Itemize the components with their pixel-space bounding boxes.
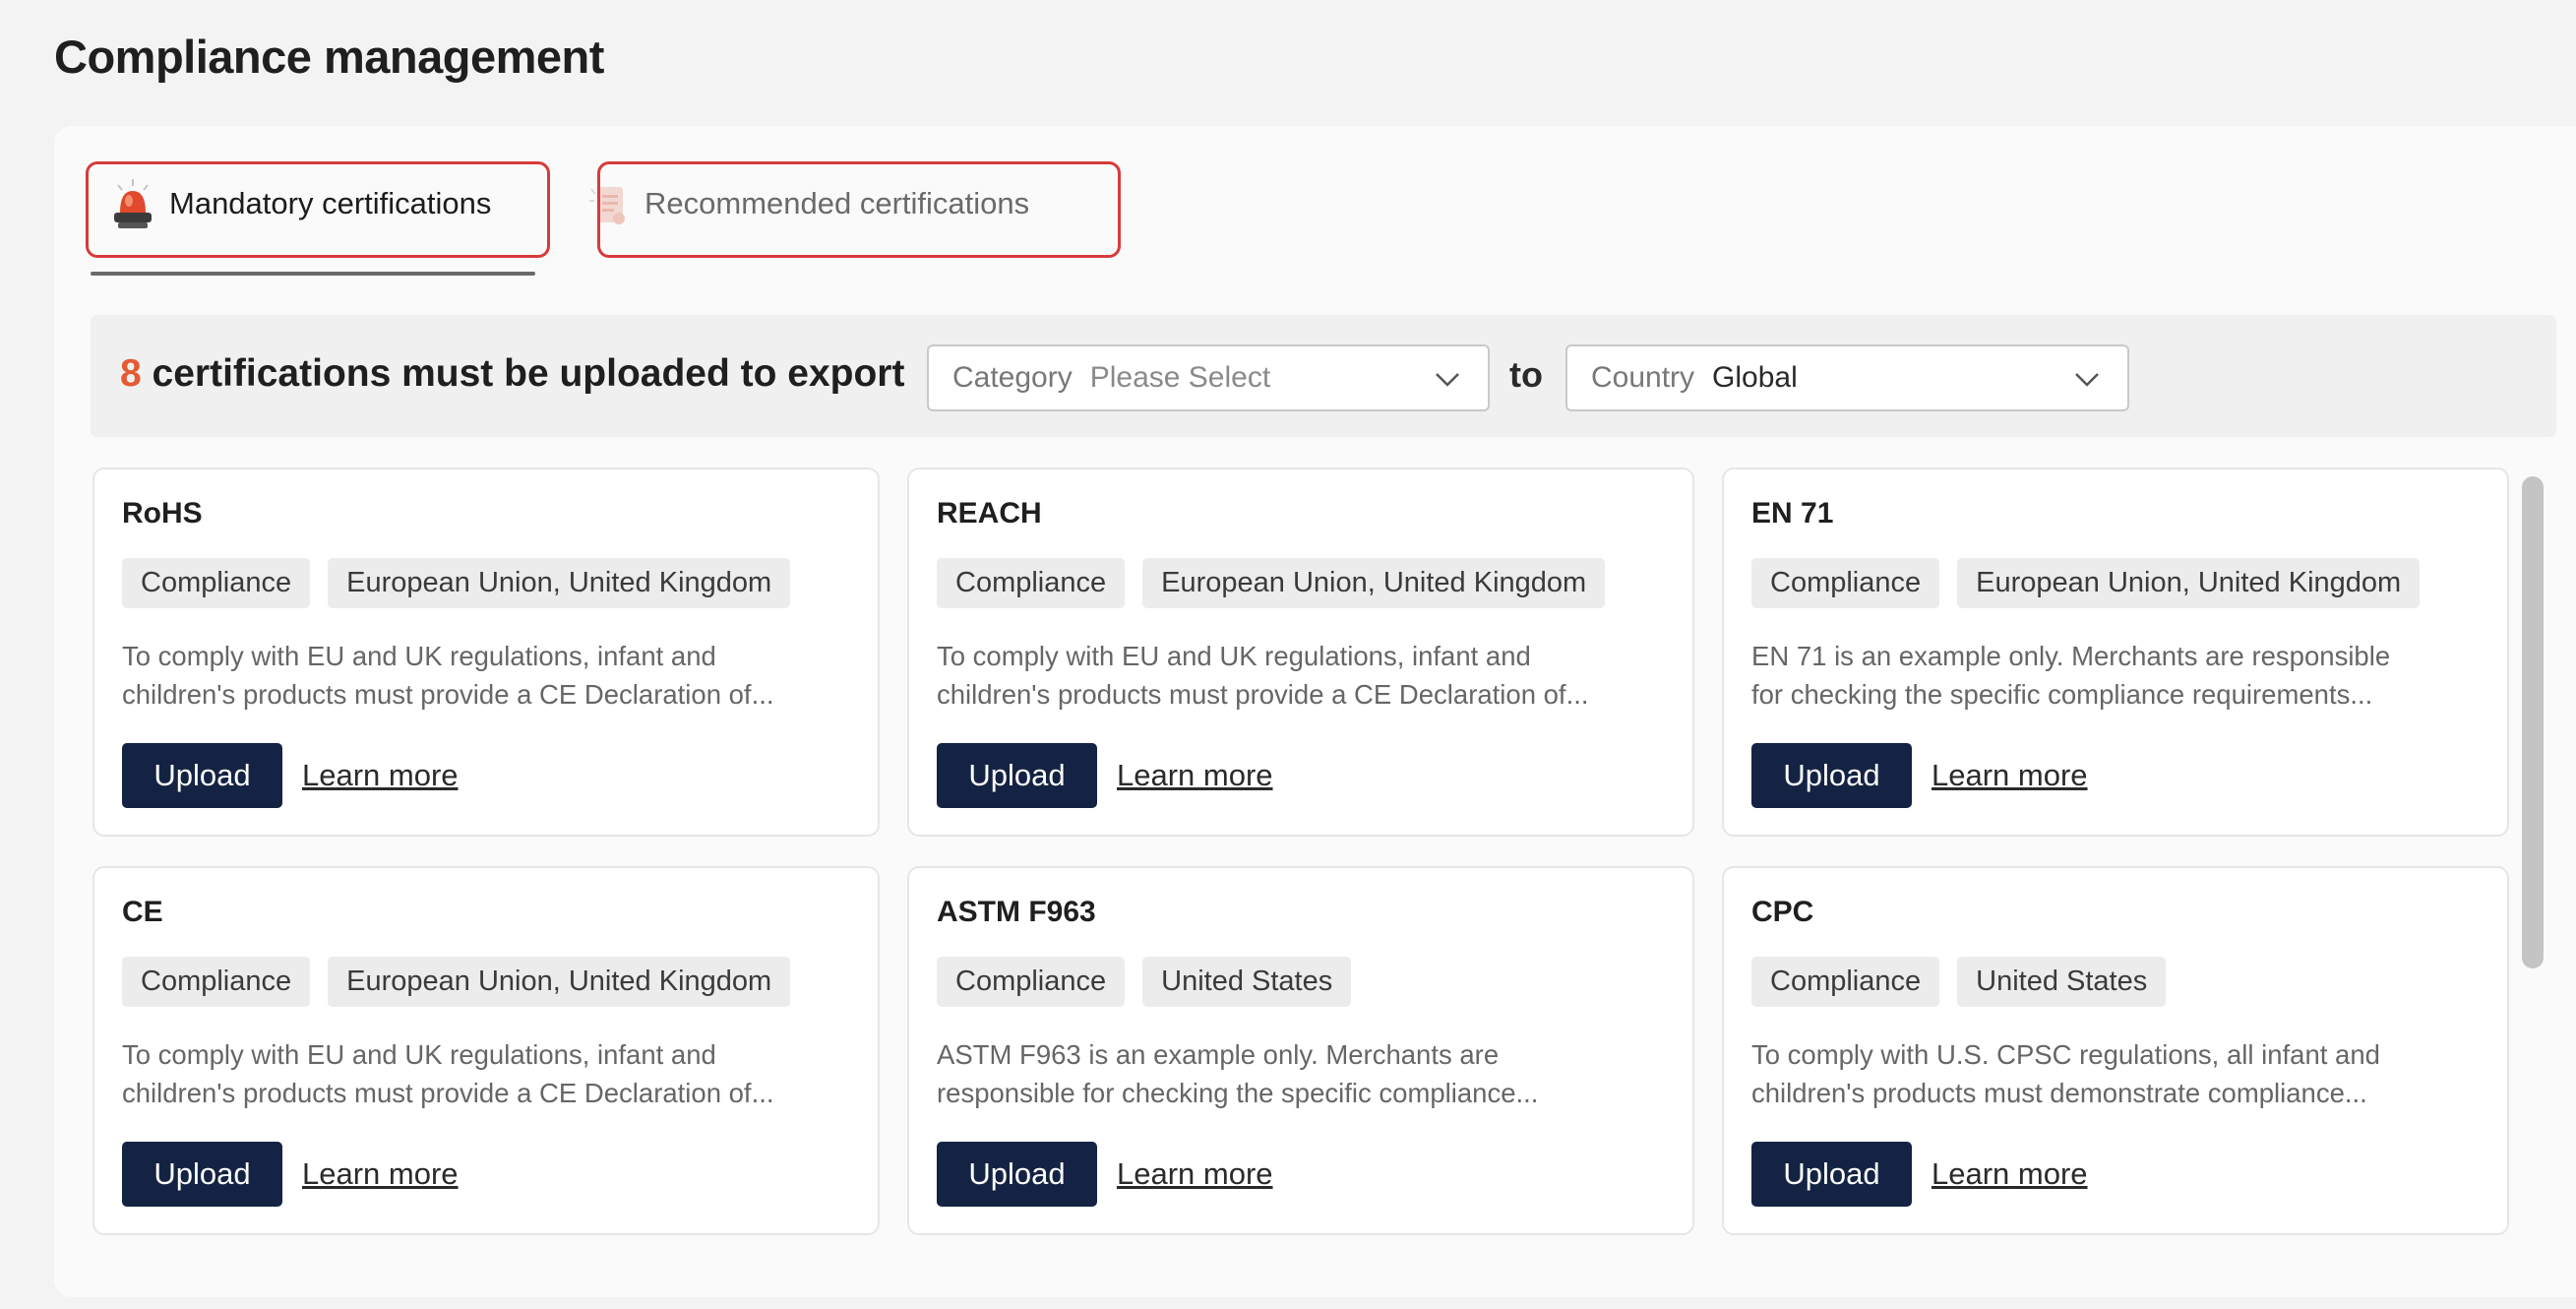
tag-type: Compliance <box>122 957 311 1007</box>
tag-region: United States <box>1957 957 2167 1007</box>
country-select-label: Country <box>1591 361 1695 394</box>
learn-more-link[interactable]: Learn more <box>302 1156 459 1192</box>
country-select-value: Global <box>1712 361 1798 394</box>
certification-count: 8 <box>120 352 142 395</box>
scrollbar-thumb[interactable] <box>2522 476 2544 968</box>
category-select-value: Please Select <box>1089 361 1271 394</box>
upload-button[interactable]: Upload <box>1751 1142 1912 1207</box>
card-description-line: To comply with EU and UK regulations, in… <box>122 1039 716 1070</box>
upload-button[interactable]: Upload <box>1751 743 1912 808</box>
card-description-line: children's products must demonstrate com… <box>1751 1078 2367 1108</box>
filter-headline-text: certifications must be uploaded to expor… <box>141 352 905 395</box>
active-tab-indicator <box>91 272 535 276</box>
upload-button[interactable]: Upload <box>937 743 1097 808</box>
tag-region: European Union, United Kingdom <box>328 957 791 1007</box>
highlight-box-mandatory <box>86 161 550 258</box>
card-description-line: children's products must provide a CE De… <box>122 1078 774 1108</box>
chevron-down-icon <box>1433 364 1462 394</box>
card-title: REACH <box>937 497 1042 530</box>
card-title: ASTM F963 <box>937 896 1096 928</box>
certification-card-reach: REACH Compliance European Union, United … <box>907 468 1694 837</box>
learn-more-link[interactable]: Learn more <box>1932 758 2088 793</box>
card-title: CPC <box>1751 896 1814 928</box>
learn-more-link[interactable]: Learn more <box>1932 1156 2088 1192</box>
tag-region: European Union, United Kingdom <box>328 558 791 608</box>
tag-type: Compliance <box>1751 558 1940 608</box>
card-description-line: To comply with U.S. CPSC regulations, al… <box>1751 1039 2380 1070</box>
upload-button[interactable]: Upload <box>122 1142 282 1207</box>
card-description-line: To comply with EU and UK regulations, in… <box>122 641 716 671</box>
card-description-line: EN 71 is an example only. Merchants are … <box>1751 641 2391 671</box>
card-description-line: responsible for checking the specific co… <box>937 1078 1539 1108</box>
tag-region: European Union, United Kingdom <box>1142 558 1606 608</box>
card-title: RoHS <box>122 497 203 530</box>
certification-card-ce: CE Compliance European Union, United Kin… <box>92 866 880 1235</box>
card-description: EN 71 is an example only. Merchants are … <box>1751 637 2499 714</box>
chevron-down-icon <box>2072 364 2102 394</box>
upload-button[interactable]: Upload <box>937 1142 1097 1207</box>
card-title: EN 71 <box>1751 497 1834 530</box>
card-description: To comply with EU and UK regulations, in… <box>122 1035 870 1112</box>
card-description-line: To comply with EU and UK regulations, in… <box>937 641 1531 671</box>
tag-type: Compliance <box>937 558 1126 608</box>
learn-more-link[interactable]: Learn more <box>302 758 459 793</box>
tag-region: United States <box>1142 957 1352 1007</box>
filter-headline: 8 certifications must be uploaded to exp… <box>120 352 904 396</box>
category-select-label: Category <box>952 361 1073 394</box>
certification-card-en71: EN 71 Compliance European Union, United … <box>1722 468 2509 837</box>
learn-more-link[interactable]: Learn more <box>1117 758 1273 793</box>
country-select[interactable]: Country Global <box>1565 344 2129 411</box>
tag-region: European Union, United Kingdom <box>1957 558 2421 608</box>
card-description-line: children's products must provide a CE De… <box>122 679 774 710</box>
tag-type: Compliance <box>937 957 1126 1007</box>
tag-type: Compliance <box>122 558 311 608</box>
upload-button[interactable]: Upload <box>122 743 282 808</box>
certification-card-cpc: CPC Compliance United States To comply w… <box>1722 866 2509 1235</box>
certification-card-rohs: RoHS Compliance European Union, United K… <box>92 468 880 837</box>
card-description-line: ASTM F963 is an example only. Merchants … <box>937 1039 1500 1070</box>
card-description: To comply with EU and UK regulations, in… <box>122 637 870 714</box>
page-title: Compliance management <box>54 31 604 83</box>
certification-card-astm-f963: ASTM F963 Compliance United States ASTM … <box>907 866 1694 1235</box>
learn-more-link[interactable]: Learn more <box>1117 1156 1273 1192</box>
card-description: To comply with EU and UK regulations, in… <box>937 637 1685 714</box>
card-description-line: for checking the specific compliance req… <box>1751 679 2373 710</box>
highlight-box-recommended <box>597 161 1121 258</box>
tag-type: Compliance <box>1751 957 1940 1007</box>
to-label: to <box>1509 354 1543 395</box>
card-description: To comply with U.S. CPSC regulations, al… <box>1751 1035 2499 1112</box>
card-description-line: children's products must provide a CE De… <box>937 679 1589 710</box>
card-title: CE <box>122 896 163 928</box>
card-description: ASTM F963 is an example only. Merchants … <box>937 1035 1685 1112</box>
category-select[interactable]: Category Please Select <box>927 344 1490 411</box>
